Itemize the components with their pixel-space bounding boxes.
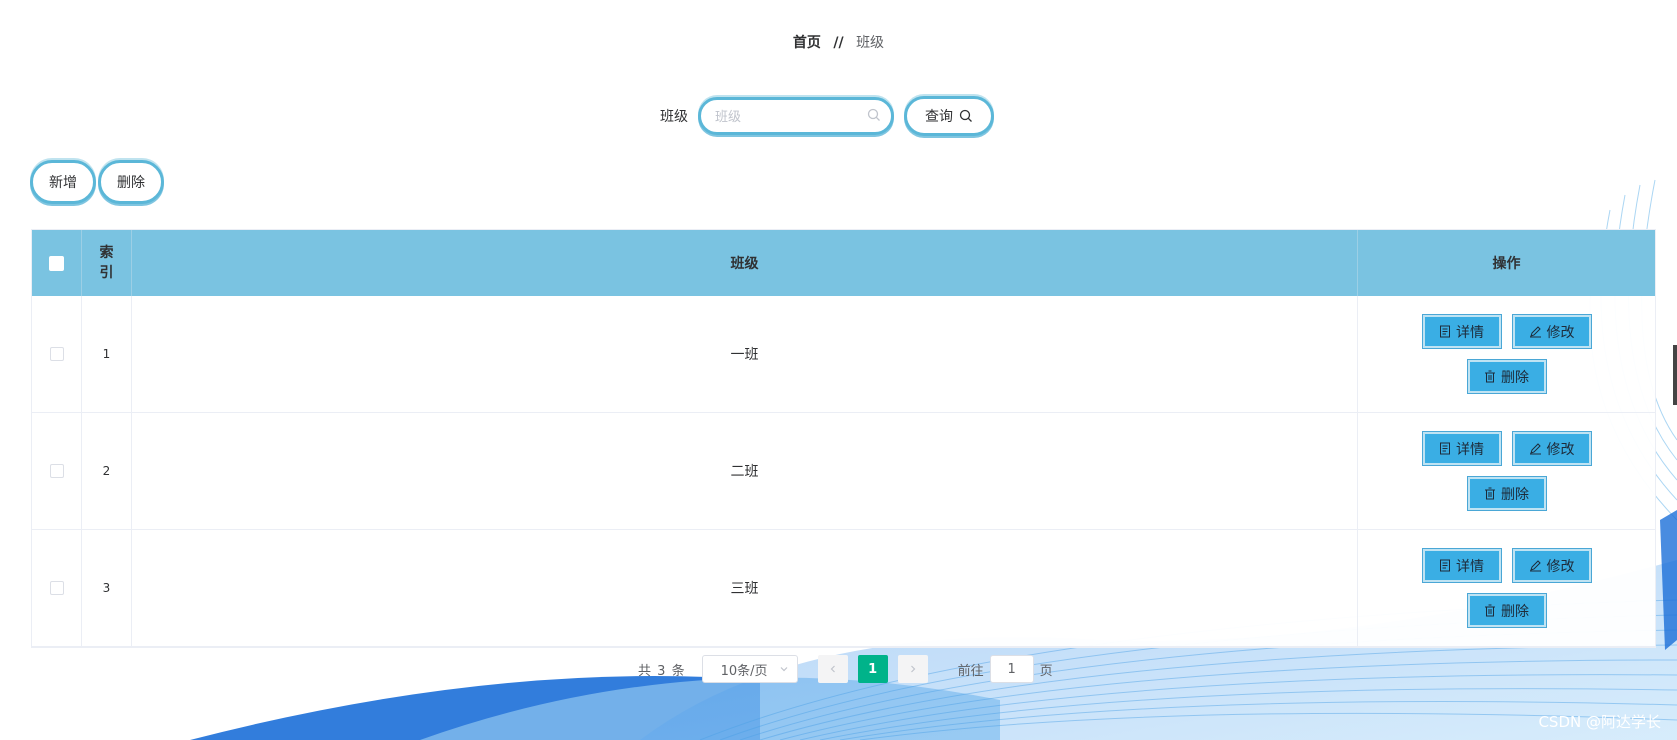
row-class-name: 二班 [132,413,1358,529]
detail-button[interactable]: 详情 [1421,314,1502,349]
pagination-total: 共 3 条 [638,660,686,679]
row-checkbox[interactable] [49,347,64,361]
row-index: 3 [82,530,132,646]
search-field[interactable] [698,97,894,135]
goto-page-input[interactable] [989,655,1034,683]
edit-button-label: 修改 [1546,324,1575,341]
chevron-down-icon [780,667,788,672]
page-size-select[interactable]: 10条/页 [701,655,798,683]
row-checkbox-cell [32,530,82,646]
edit-icon [1529,326,1541,338]
watermark: CSDN @阿达学长 [1538,713,1661,731]
row-checkbox-cell [32,413,82,529]
edit-icon [1529,443,1541,455]
edit-button[interactable]: 修改 [1511,314,1592,349]
breadcrumb-current: 班级 [856,35,885,51]
row-index: 1 [82,296,132,412]
delete-button[interactable]: 删除 [1466,593,1547,628]
query-button[interactable]: 查询 [904,96,994,136]
row-ops: 详情 修改删除 [1358,296,1655,412]
header-ops: 操作 [1492,256,1521,272]
row-checkbox[interactable] [49,464,64,478]
search-icon [867,108,880,121]
row-checkbox-cell [32,296,82,412]
search-label: 班级 [660,109,688,125]
pagination: 共 3 条 10条/页 1 前往 页 [638,655,1053,683]
total-count: 3 [657,663,667,679]
action-bar: 新增 删除 [30,160,166,204]
header-class: 班级 [132,230,1358,296]
chevron-left-icon [830,665,835,673]
breadcrumb: 首页 // 班级 [0,32,1677,52]
trash-icon [1485,370,1495,383]
delete-button-label: 删除 [1501,369,1529,386]
prev-page-button[interactable] [817,655,848,683]
table-row: 3 三班 详情 修改删除 [32,530,1655,647]
row-index: 2 [82,413,132,529]
detail-button-label: 详情 [1456,441,1484,458]
delete-button[interactable]: 删除 [1466,359,1547,394]
edit-icon [1529,560,1541,572]
edit-button[interactable]: 修改 [1511,548,1592,583]
goto-page: 前往 页 [958,655,1053,683]
delete-button-label: 删除 [1501,603,1529,620]
page-number-active[interactable]: 1 [857,655,888,683]
detail-button[interactable]: 详情 [1421,431,1502,466]
total-suffix: 条 [671,663,686,679]
document-icon [1440,442,1450,455]
delete-button[interactable]: 删除 [1466,476,1547,511]
row-checkbox[interactable] [49,581,64,595]
search-icon [959,109,972,122]
header-checkbox-cell [32,230,82,296]
header-index: 索引 [82,230,132,296]
row-ops: 详情 修改删除 [1358,413,1655,529]
table-row: 1 一班 详情 修改删除 [32,296,1655,413]
table-header: 索引 班级 操作 [32,230,1655,296]
breadcrumb-separator: // [833,35,844,51]
scrollbar-thumb[interactable] [1673,345,1677,405]
search-bar: 班级 查询 [660,96,994,136]
chevron-right-icon [910,665,915,673]
trash-icon [1485,604,1495,617]
search-input[interactable] [713,100,867,134]
row-ops: 详情 修改删除 [1358,530,1655,646]
batch-delete-button[interactable]: 删除 [98,160,164,204]
delete-button-label: 删除 [1501,486,1529,503]
table-body: 1 一班 详情 修改 删除 2 二班 详情 修改 删除 3 三班 详情 修改 删除 [32,296,1655,647]
add-button[interactable]: 新增 [30,160,96,204]
header-index-label: 索引 [99,245,114,281]
query-button-label: 查询 [925,109,953,125]
detail-button-label: 详情 [1456,558,1484,575]
document-icon [1440,325,1450,338]
next-page-button[interactable] [897,655,928,683]
edit-button-label: 修改 [1546,441,1575,458]
total-prefix: 共 [638,663,653,679]
goto-prefix: 前往 [957,663,984,679]
row-class-name: 三班 [132,530,1358,646]
detail-button-label: 详情 [1456,324,1484,341]
page-size-value: 10条/页 [720,663,768,679]
edit-button-label: 修改 [1546,558,1575,575]
edit-button[interactable]: 修改 [1511,431,1592,466]
goto-suffix: 页 [1039,663,1053,679]
breadcrumb-home[interactable]: 首页 [793,35,821,51]
table-row: 2 二班 详情 修改删除 [32,413,1655,530]
row-class-name: 一班 [132,296,1358,412]
detail-button[interactable]: 详情 [1421,548,1502,583]
class-table: 索引 班级 操作 1 一班 详情 修改 删除 2 二班 详情 修改 删除 3 三班 详情 修改 删除 [31,229,1656,648]
select-all-checkbox[interactable] [49,255,64,271]
document-icon [1440,559,1450,572]
trash-icon [1485,487,1495,500]
